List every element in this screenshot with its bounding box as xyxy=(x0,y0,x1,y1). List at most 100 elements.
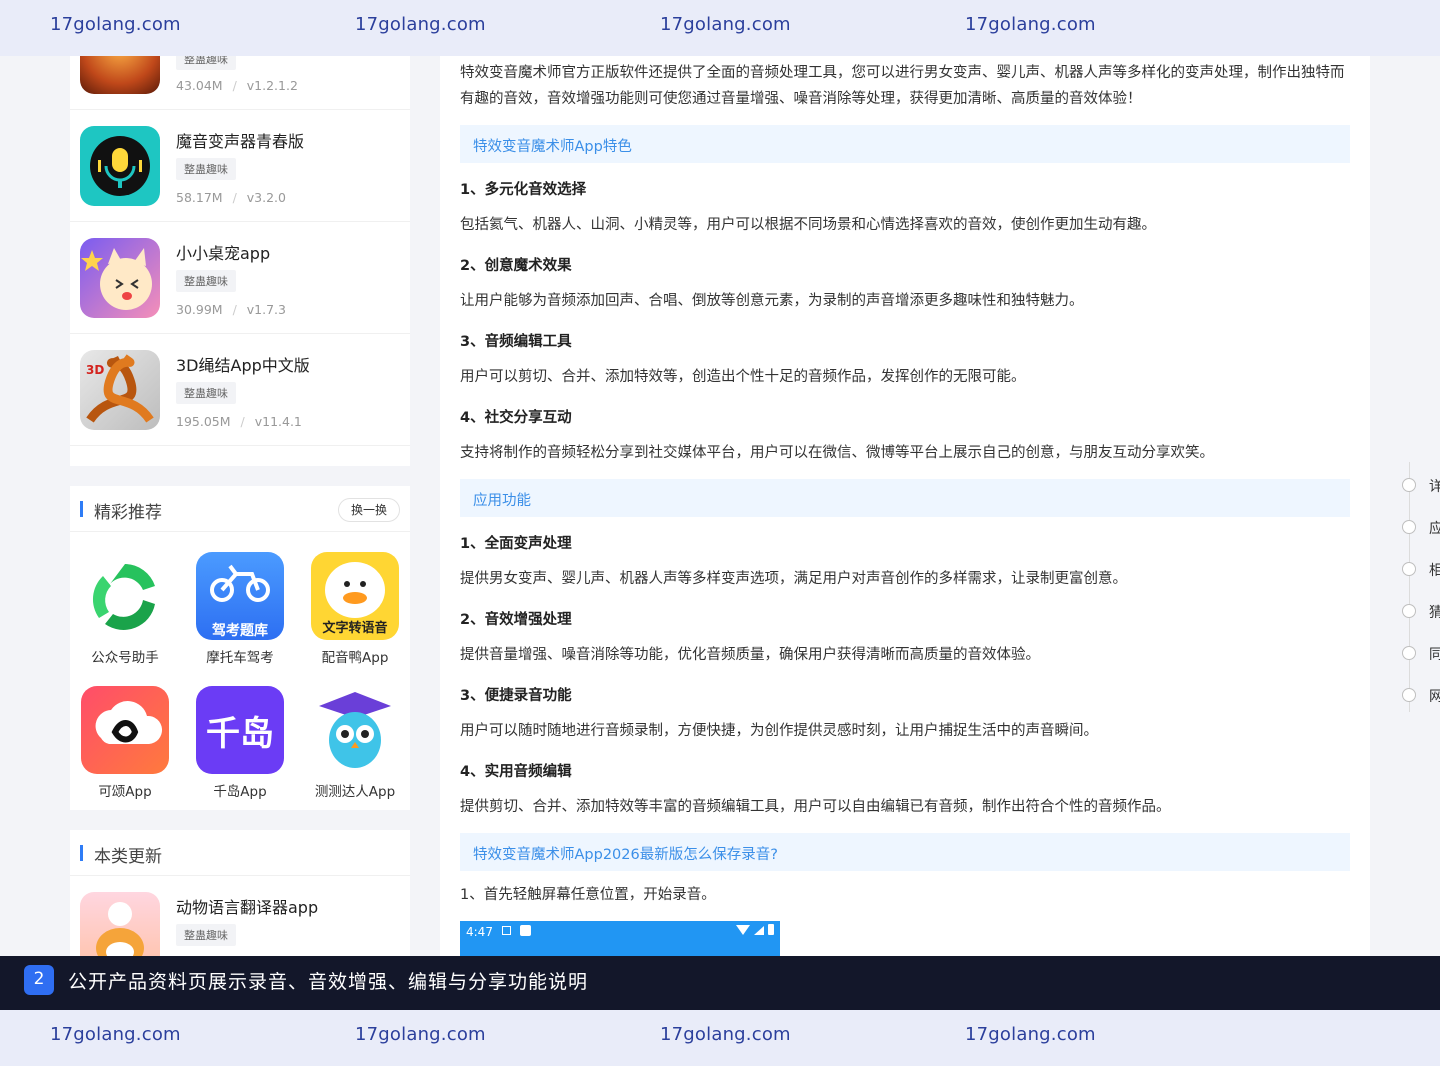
step-text: 1、首先轻触屏幕任意位置，开始录音。 xyxy=(460,887,716,903)
featured-app[interactable]: 千岛 千岛App xyxy=(185,686,295,800)
app-meta: 43.04M / v1.2.1.2 xyxy=(176,78,298,93)
function-title: 3、便捷录音功能 xyxy=(460,688,572,704)
section-heading-box: 特效变音魔术师App2026最新版怎么保存录音? xyxy=(460,833,1350,871)
feature-title: 2、创意魔术效果 xyxy=(460,258,572,274)
kesong-app-icon[interactable] xyxy=(81,686,169,774)
app-size: 43.04M xyxy=(176,78,223,93)
featured-app[interactable]: 可颂App xyxy=(70,686,180,800)
function-text: 提供剪切、合并、添加特效等丰富的音频编辑工具，用户可以自由编辑已有音频，制作出符… xyxy=(460,799,1171,815)
intro-paragraph: 特效变音魔术师官方正版软件还提供了全面的音频处理工具，您可以进行男女变声、婴儿声… xyxy=(460,65,1345,107)
toc-label[interactable]: 应 xyxy=(1429,518,1440,538)
section-heading: 特效变音魔术师App特色 xyxy=(473,139,632,155)
watermark-bar-top: 17golang.com 17golang.com 17golang.com 1… xyxy=(0,0,1440,56)
watermark-text: 17golang.com xyxy=(660,14,791,35)
feature-text: 用户可以剪切、合并、添加特效等，创造出个性十足的音频作品，发挥创作的无限可能。 xyxy=(460,369,1026,385)
watermark-text: 17golang.com xyxy=(355,14,486,35)
app-tag: 整蛊趣味 xyxy=(176,270,236,292)
caption-text: 公开产品资料页展示录音、音效增强、编辑与分享功能说明 xyxy=(68,971,589,993)
motorcycle-exam-icon-text: 驾考题库 xyxy=(212,623,268,639)
featured-app-label[interactable]: 测测达人App xyxy=(300,780,410,800)
toc-item[interactable]: 应 xyxy=(1402,518,1440,537)
list-item[interactable]: 小小桌宠app 整蛊趣味 30.99M / v1.7.3 xyxy=(70,222,410,334)
section-heading-box: 特效变音魔术师App特色 xyxy=(460,125,1350,163)
notification-icon xyxy=(502,926,511,935)
signal-icon xyxy=(754,926,764,935)
toc-item[interactable]: 网 xyxy=(1402,686,1440,705)
toc-line xyxy=(1409,462,1410,712)
app-name[interactable]: 动物语言翻译器app xyxy=(176,894,318,918)
toc-dot[interactable] xyxy=(1402,688,1416,702)
function-title: 2、音效增强处理 xyxy=(460,612,572,628)
list-item[interactable]: 魔音变声器青春版 整蛊趣味 58.17M / v3.2.0 xyxy=(70,110,410,222)
featured-app[interactable]: 公众号助手 xyxy=(70,552,180,666)
wifi-icon xyxy=(736,925,750,935)
toc-dot[interactable] xyxy=(1402,562,1416,576)
watermark-text: 17golang.com xyxy=(965,14,1096,35)
feature-text: 包括氦气、机器人、山洞、小精灵等，用户可以根据不同场景和心情选择喜欢的音效，使创… xyxy=(460,217,1156,233)
app-tag: 整蛊趣味 xyxy=(176,382,236,404)
app-name[interactable]: 小小桌宠app xyxy=(176,240,270,264)
featured-app-label[interactable]: 配音鸭App xyxy=(300,646,410,666)
toc-item[interactable]: 详 xyxy=(1402,476,1440,495)
section-heading: 特效变音魔术师App2026最新版怎么保存录音? xyxy=(473,847,778,863)
feature-text: 支持将制作的音频轻松分享到社交媒体平台，用户可以在微信、微博等平台上展示自己的创… xyxy=(460,445,1214,461)
app-size: 195.05M xyxy=(176,414,231,429)
app-version: v1.7.3 xyxy=(246,302,286,317)
updates-header: 本类更新 xyxy=(70,830,410,876)
section-accent-bar xyxy=(80,501,83,517)
toc-item[interactable]: 相 xyxy=(1402,560,1440,579)
list-item[interactable]: 3D 3D绳结App中文版 整蛊趣味 195.05M / v11.4.1 xyxy=(70,334,410,446)
featured-app[interactable]: 文字转语音 配音鸭App xyxy=(300,552,410,666)
meta-separator: / xyxy=(232,302,237,317)
featured-header: 精彩推荐 换一换 xyxy=(70,486,410,532)
toc-dot[interactable] xyxy=(1402,478,1416,492)
toc-dot[interactable] xyxy=(1402,520,1416,534)
feature-text: 让用户能够为音频添加回声、合唱、倒放等创意元素，为录制的声音增添更多趣味性和独特… xyxy=(460,293,1084,309)
toc-item[interactable]: 同 xyxy=(1402,644,1440,663)
toc-dot[interactable] xyxy=(1402,646,1416,660)
app-version: v3.2.0 xyxy=(246,190,286,205)
featured-app[interactable]: 驾考题库 摩托车驾考 xyxy=(185,552,295,666)
watermark-text: 17golang.com xyxy=(355,1024,486,1045)
featured-app-label[interactable]: 千岛App xyxy=(185,780,295,800)
phone-screenshot: 4:47 xyxy=(460,921,780,957)
app-name[interactable]: 3D绳结App中文版 xyxy=(176,352,310,376)
wechat-assistant-icon[interactable] xyxy=(81,552,169,640)
app-tag: 整蛊趣味 xyxy=(176,158,236,180)
toc-item[interactable]: 猜 xyxy=(1402,602,1440,621)
toc-label[interactable]: 同 xyxy=(1429,644,1440,664)
rope-knot-app-icon[interactable]: 3D xyxy=(80,350,160,430)
toc-label[interactable]: 详 xyxy=(1429,476,1440,496)
featured-app-label[interactable]: 公众号助手 xyxy=(70,646,180,666)
dubbing-duck-icon-text: 文字转语音 xyxy=(322,621,388,636)
toc-label[interactable]: 猜 xyxy=(1429,602,1440,622)
watermark-bar-bottom: 17golang.com 17golang.com 17golang.com 1… xyxy=(0,1010,1440,1066)
featured-app-label[interactable]: 可颂App xyxy=(70,780,180,800)
toc-dot[interactable] xyxy=(1402,604,1416,618)
section-heading: 应用功能 xyxy=(473,493,531,509)
app-name[interactable]: 魔音变声器青春版 xyxy=(176,128,304,152)
qiandao-icon-text: 千岛 xyxy=(206,713,274,754)
desktop-pet-app-icon[interactable] xyxy=(80,238,160,318)
app-tag: 整蛊趣味 xyxy=(176,924,236,946)
function-text: 用户可以随时随地进行音频录制，方便快捷，为创作提供灵感时刻，让用户捕捉生活中的声… xyxy=(460,723,1098,739)
owl-quiz-icon[interactable] xyxy=(311,686,399,774)
featured-app[interactable]: 测测达人App xyxy=(300,686,410,800)
toc-label[interactable]: 网 xyxy=(1429,686,1440,706)
battery-icon xyxy=(768,924,774,935)
app-meta: 195.05M / v11.4.1 xyxy=(176,414,302,429)
qiandao-app-icon[interactable]: 千岛 xyxy=(196,686,284,774)
featured-app-label[interactable]: 摩托车驾考 xyxy=(185,646,295,666)
phone-time: 4:47 xyxy=(466,925,493,939)
feature-title: 3、音频编辑工具 xyxy=(460,334,572,350)
motorcycle-exam-icon[interactable]: 驾考题库 xyxy=(196,552,284,640)
function-title: 1、全面变声处理 xyxy=(460,536,572,552)
watermark-text: 17golang.com xyxy=(50,1024,181,1045)
toc-label[interactable]: 相 xyxy=(1429,560,1440,580)
voice-changer-app-icon[interactable] xyxy=(80,126,160,206)
dubbing-duck-icon[interactable]: 文字转语音 xyxy=(311,552,399,640)
caption-number-badge: 2 xyxy=(24,965,54,995)
function-title: 4、实用音频编辑 xyxy=(460,764,572,780)
updates-title: 本类更新 xyxy=(94,847,162,867)
refresh-button[interactable]: 换一换 xyxy=(337,498,400,522)
